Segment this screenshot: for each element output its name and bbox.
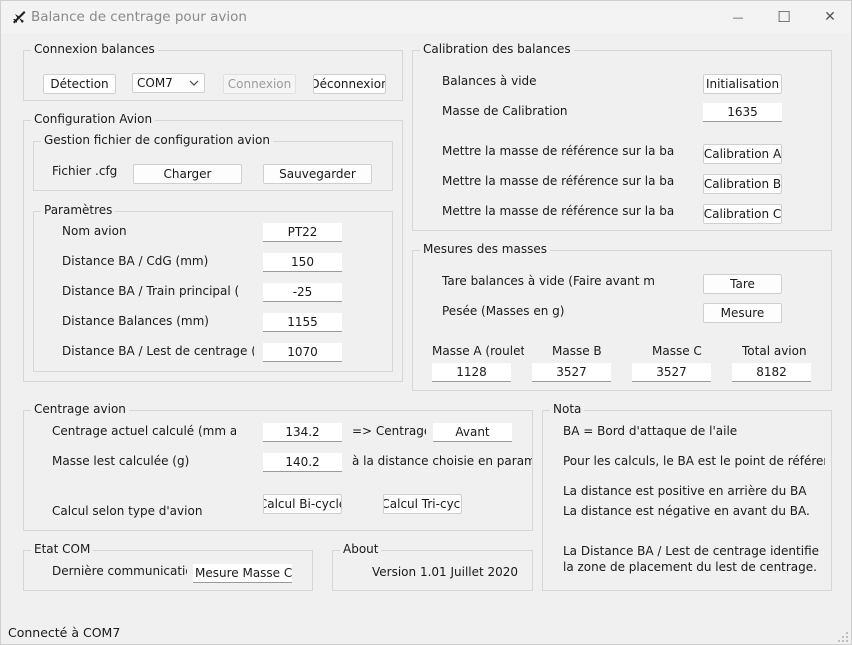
maximize-icon: ☐: [777, 8, 791, 26]
param-field-train[interactable]: -25: [263, 283, 342, 302]
airplane-icon: [13, 11, 26, 24]
total-label: Total avion: [742, 344, 807, 358]
distance-chosen-label: à la distance choisie en paramè: [352, 454, 532, 468]
params-legend: Paramètres: [41, 203, 116, 217]
mass-b-label: Masse B: [552, 344, 602, 358]
config-legend: Configuration Avion: [31, 112, 156, 126]
port-select[interactable]: COM7: [132, 73, 205, 93]
tare-button[interactable]: Tare: [703, 274, 782, 294]
title-bar: Balance de centrage pour avion — ☐ ✕: [1, 1, 851, 33]
last-comm-label: Dernière communicatio: [52, 564, 187, 578]
total-field[interactable]: 8182: [732, 363, 811, 382]
connexion-legend: Connexion balances: [31, 42, 158, 56]
initialisation-button[interactable]: Initialisation: [703, 74, 782, 94]
version-label: Version 1.01 Juillet 2020: [372, 565, 519, 579]
nota-line-3: La distance est positive en arrière du B…: [563, 484, 807, 498]
calcul-tricycle-button[interactable]: Calcul Tri-cycl: [383, 494, 462, 514]
param-field-lest[interactable]: 1070: [263, 343, 342, 362]
param-field-balances[interactable]: 1155: [263, 313, 342, 332]
centrage-position-field[interactable]: Avant: [433, 423, 512, 442]
calc-type-label: Calcul selon type d'avion: [52, 504, 203, 518]
file-cfg-label: Fichier .cfg: [52, 164, 118, 178]
lest-mass-label: Masse lest calculée (g): [52, 454, 190, 468]
resize-grip-icon[interactable]: [837, 631, 849, 643]
etat-com-legend: Etat COM: [31, 542, 94, 556]
calcul-bicycle-button[interactable]: Calcul Bi-cycle: [263, 494, 342, 514]
status-bar: Connecté à COM7: [1, 621, 851, 644]
last-comm-field[interactable]: Mesure Masse C: [193, 564, 292, 583]
param-field-nom[interactable]: PT22: [263, 223, 342, 242]
calibration-mass-label: Masse de Calibration: [442, 104, 568, 118]
about-legend: About: [340, 542, 382, 556]
mesure-button[interactable]: Mesure: [703, 303, 782, 323]
cg-field[interactable]: 134.2: [263, 423, 342, 442]
close-icon: ✕: [824, 9, 836, 25]
nota-line-5: La Distance BA / Lest de centrage identi…: [563, 544, 820, 558]
calibration-c-button[interactable]: Calibration C: [703, 204, 782, 224]
lest-mass-field[interactable]: 140.2: [263, 453, 342, 472]
minimize-button[interactable]: —: [715, 1, 761, 33]
mesures-legend: Mesures des masses: [420, 242, 550, 256]
tare-instruction-label: Tare balances à vide (Faire avant me: [442, 274, 654, 288]
param-label-nom: Nom avion: [62, 224, 127, 238]
calibration-a-button[interactable]: Calibration A: [703, 144, 782, 164]
sauvegarder-button[interactable]: Sauvegarder: [263, 164, 372, 184]
main-window: Balance de centrage pour avion — ☐ ✕ Con…: [0, 0, 852, 645]
port-select-value: COM7: [137, 76, 173, 90]
ref-mass-label-c: Mettre la masse de référence sur la bala: [442, 204, 674, 218]
detection-button[interactable]: Détection: [43, 74, 116, 94]
nota-line-1: BA = Bord d'attaque de l'aile: [563, 424, 738, 438]
calibration-legend: Calibration des balances: [420, 42, 574, 56]
param-label-cdg: Distance BA / CdG (mm): [62, 254, 209, 268]
nota-line-6: la zone de placement du lest de centrage…: [563, 560, 817, 574]
centrage-legend: Centrage avion: [31, 402, 129, 416]
maximize-button[interactable]: ☐: [761, 1, 807, 33]
ref-mass-label-b: Mettre la masse de référence sur la bala: [442, 174, 674, 188]
file-config-legend: Gestion fichier de configuration avion: [41, 133, 273, 147]
chevron-down-icon: [189, 80, 199, 86]
param-field-cdg[interactable]: 150: [263, 253, 342, 272]
ref-mass-label-a: Mettre la masse de référence sur la bala: [442, 144, 674, 158]
close-button[interactable]: ✕: [807, 1, 851, 33]
mass-a-field[interactable]: 1128: [432, 363, 511, 382]
mass-a-label: Masse A (roulet: [432, 344, 524, 358]
nota-legend: Nota: [550, 402, 585, 416]
deconnexion-button[interactable]: Déconnexion: [313, 74, 386, 94]
cg-label: Centrage actuel calculé (mm au: [52, 424, 236, 438]
calibration-mass-field[interactable]: 1635: [703, 103, 782, 122]
status-text: Connecté à COM7: [8, 625, 121, 640]
window-title: Balance de centrage pour avion: [31, 9, 247, 25]
param-label-balances: Distance Balances (mm): [62, 314, 209, 328]
mass-c-label: Masse C: [652, 344, 702, 358]
param-label-lest: Distance BA / Lest de centrage (n: [62, 344, 254, 358]
connexion-button[interactable]: Connexion: [223, 74, 296, 94]
nota-line-4: La distance est négative en avant du BA.: [563, 504, 810, 518]
calibration-b-button[interactable]: Calibration B: [703, 174, 782, 194]
pesee-label: Pesée (Masses en g): [442, 304, 565, 318]
mass-b-field[interactable]: 3527: [532, 363, 611, 382]
param-label-train: Distance BA / Train principal (: [62, 284, 240, 298]
empty-scales-label: Balances à vide: [442, 74, 537, 88]
centrage-arrow-label: => Centrage: [352, 424, 426, 438]
mass-c-field[interactable]: 3527: [632, 363, 711, 382]
minimize-icon: —: [732, 10, 744, 24]
nota-line-2: Pour les calculs, le BA est le point de …: [563, 454, 825, 468]
charger-button[interactable]: Charger: [133, 164, 242, 184]
